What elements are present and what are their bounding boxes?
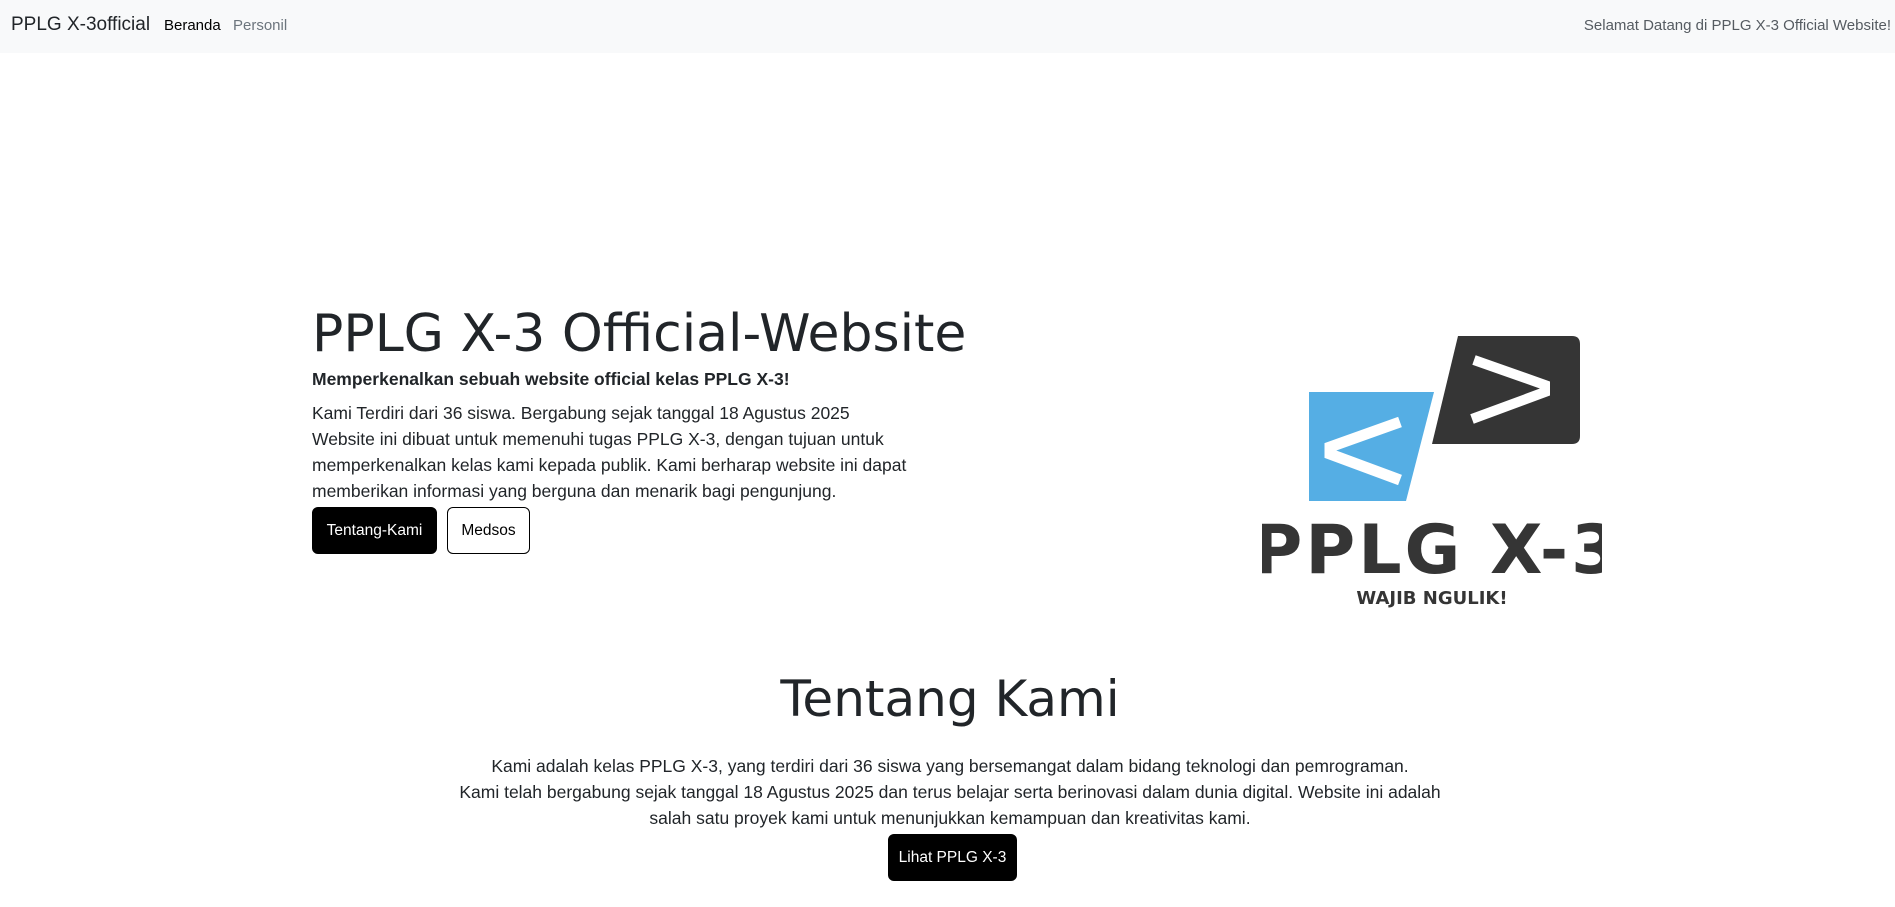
- logo-dark-block-icon: [1432, 336, 1580, 444]
- about-description-line-2: Kami telah bergabung sejak tanggal 18 Ag…: [459, 782, 1441, 828]
- navbar-brand[interactable]: PPLG X-3official: [11, 14, 150, 36]
- hero-description-line-1: Kami Terdiri dari 36 siswa. Bergabung se…: [312, 403, 850, 423]
- top-navbar: PPLG X-3official Beranda Personil Selama…: [0, 0, 1895, 53]
- logo-tagline: WAJIB NGULIK!: [1356, 588, 1507, 609]
- medsos-button[interactable]: Medsos: [447, 507, 530, 554]
- logo-title: PPLG X-3: [1262, 511, 1602, 590]
- lihat-pplg-button[interactable]: Lihat PPLG X-3: [888, 834, 1017, 881]
- nav-link-beranda[interactable]: Beranda: [164, 17, 221, 34]
- hero-description-line-2: Website ini dibuat untuk memenuhi tugas …: [312, 429, 907, 501]
- pplg-logo: PPLG X-3 WAJIB NGULIK!: [1262, 336, 1602, 609]
- tentang-kami-button[interactable]: Tentang-Kami: [312, 507, 437, 554]
- hero-lead: Memperkenalkan sebuah website official k…: [312, 369, 790, 389]
- hero-title: PPLG X-3 Official-Website: [312, 304, 967, 364]
- about-description: Kami adalah kelas PPLG X-3, yang terdiri…: [450, 753, 1450, 831]
- about-description-line-1: Kami adalah kelas PPLG X-3, yang terdiri…: [491, 756, 1409, 776]
- nav-link-personil[interactable]: Personil: [233, 17, 287, 34]
- navbar-welcome-text: Selamat Datang di PPLG X-3 Official Webs…: [1583, 17, 1891, 34]
- hero-description: Kami Terdiri dari 36 siswa. Bergabung se…: [312, 400, 932, 504]
- about-title: Tentang Kami: [780, 670, 1120, 728]
